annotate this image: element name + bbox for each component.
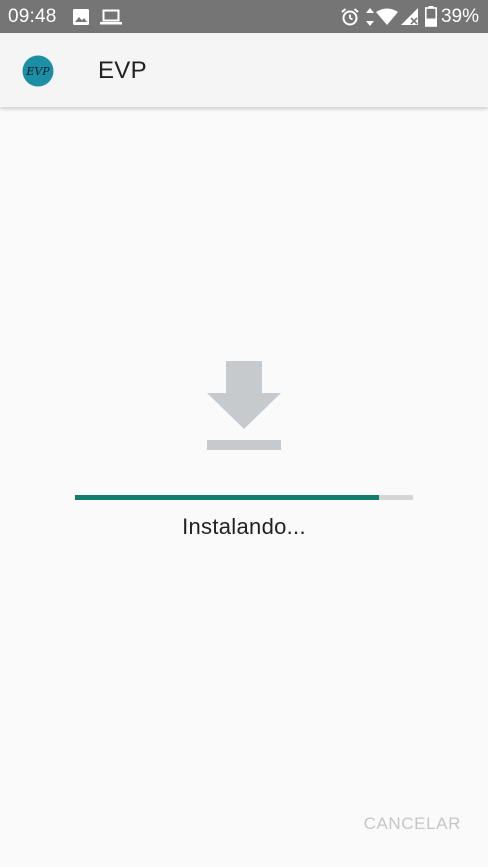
battery-percentage: 39%	[440, 6, 479, 27]
download-icon	[207, 361, 281, 450]
alarm-icon	[341, 8, 359, 26]
install-status-text: Instalando...	[182, 514, 306, 539]
app-title: EVP	[98, 57, 147, 84]
cell-signal-icon	[401, 8, 418, 25]
battery-icon	[425, 6, 437, 27]
cancel-button[interactable]: CANCELAR	[364, 813, 461, 835]
app-bar: EVP EVP	[0, 33, 488, 107]
status-time: 09:48	[8, 6, 57, 27]
status-bar: 09:48 39%	[0, 0, 488, 33]
svg-text:EVP: EVP	[25, 65, 50, 78]
install-progress-bar	[75, 495, 413, 500]
wifi-icon	[376, 8, 398, 25]
install-progress-fill	[75, 495, 380, 500]
app-logo-icon: EVP	[22, 55, 54, 87]
image-icon	[73, 9, 89, 25]
data-arrows-icon	[366, 8, 374, 26]
laptop-icon	[100, 9, 122, 25]
